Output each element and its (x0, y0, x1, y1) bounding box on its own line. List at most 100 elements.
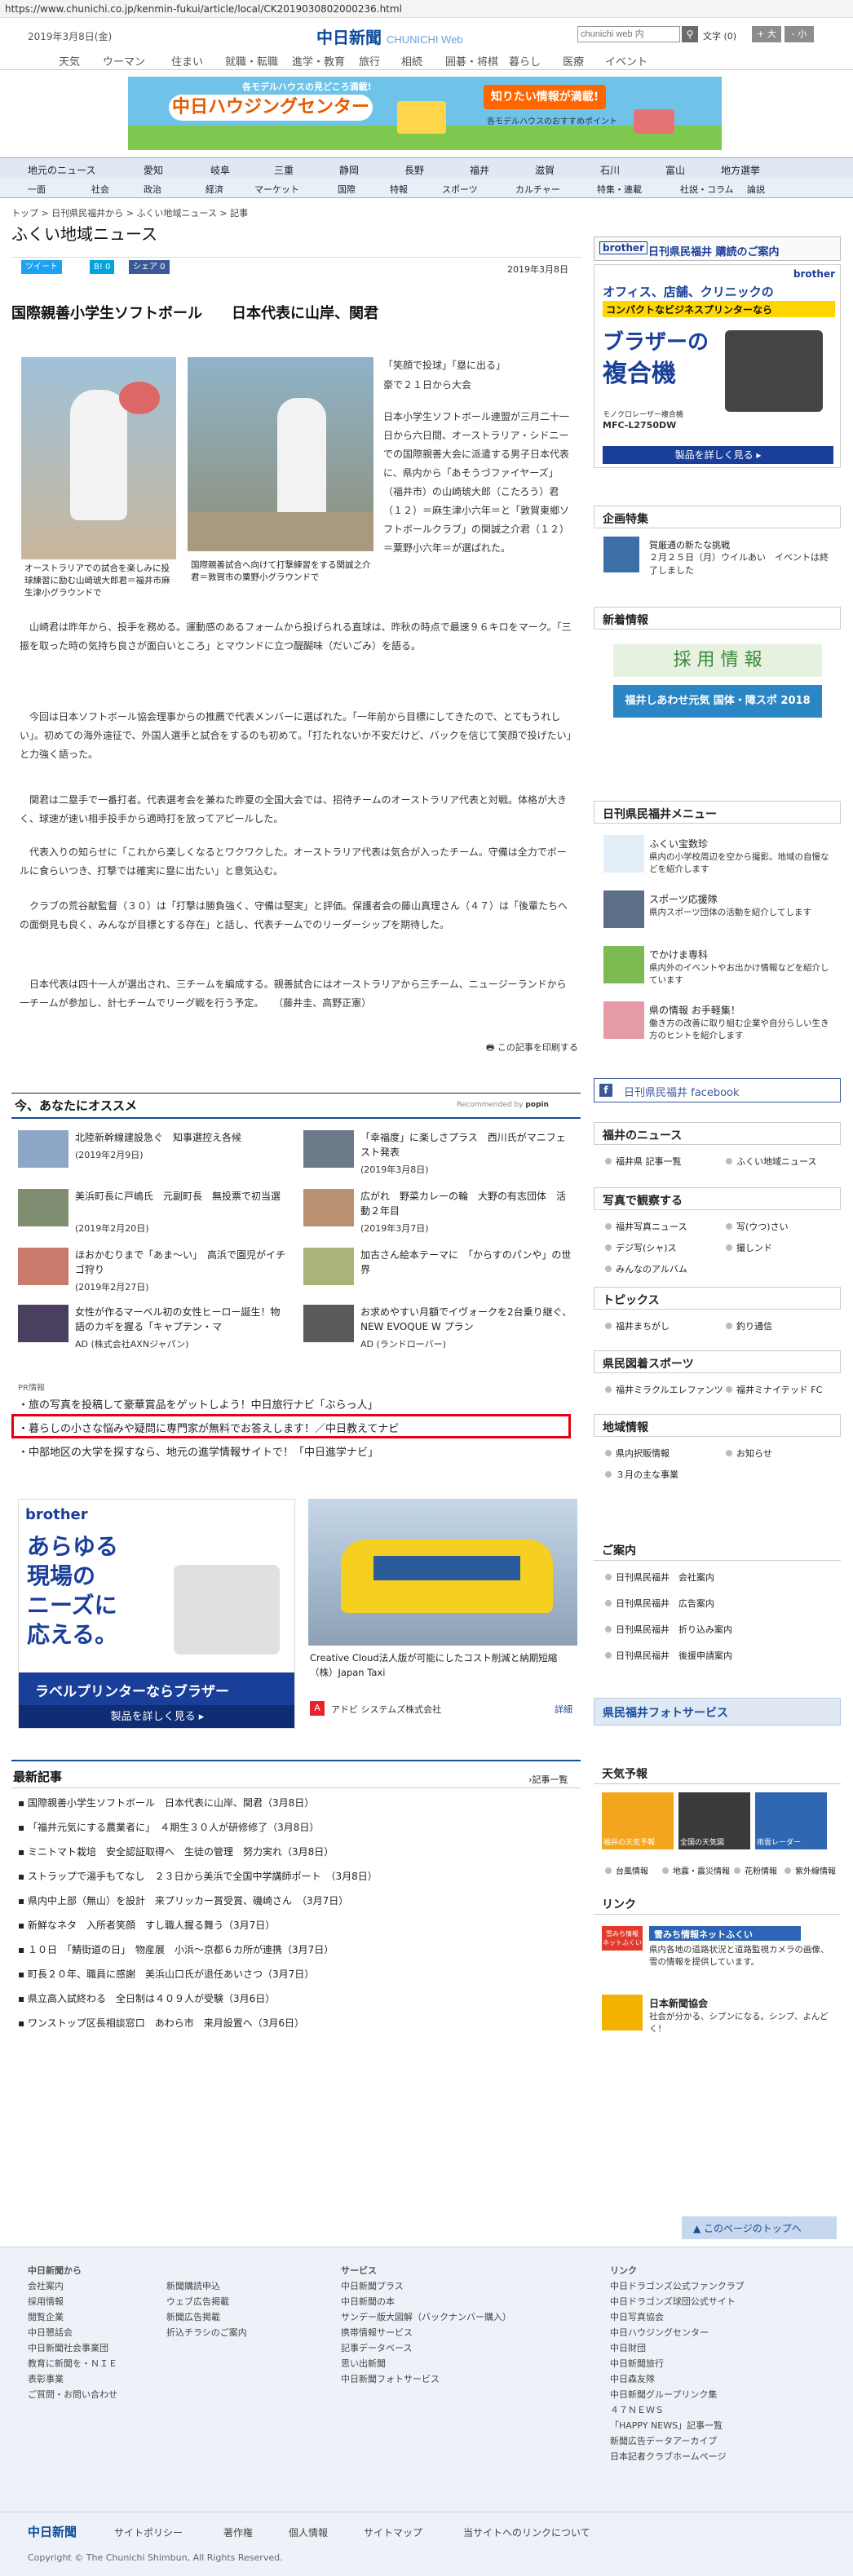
gnav-item[interactable]: 就職・転職 (225, 53, 278, 68)
adobe-ad-text[interactable]: Creative Cloud法人版が可能にしたコスト削減と納期短縮（株）Japa… (310, 1650, 576, 1680)
recommend-item[interactable]: 広がれ 野菜カレーの輪 大野の有志団体 活動２年目 (2019年3月7日) (303, 1189, 572, 1234)
footer-link[interactable]: 中日新聞旅行 (610, 2356, 838, 2371)
side-link[interactable]: 地震・震災情報 (662, 1864, 730, 1876)
address-bar[interactable]: https://www.chunichi.co.jp/kenmin-fukui/… (0, 0, 853, 18)
side-link[interactable]: ふくい地域ニュース (726, 1155, 816, 1168)
side-link[interactable]: 福井県 記事一覧 (605, 1155, 682, 1168)
facebook-link[interactable]: f 日刊県民福井 facebook (594, 1078, 841, 1102)
font-large-button[interactable]: + 大 (752, 26, 781, 42)
menu-thumb[interactable] (603, 835, 644, 873)
footer-link[interactable]: 携帯情報サービス (341, 2325, 586, 2340)
facebook-share-button[interactable]: シェア 0 (129, 260, 170, 274)
footer-link[interactable]: 中日新聞の本 (341, 2294, 586, 2309)
weather-tile[interactable]: 全国の天気図 (678, 1792, 750, 1849)
footer-bar-link[interactable]: サイトポリシー (114, 2525, 183, 2539)
footer-link[interactable]: 新聞広告データアーカイブ (610, 2433, 838, 2449)
gnav-item[interactable]: イベント (605, 53, 647, 68)
recommend-item[interactable]: 北陸新幹線建設急ぐ 知事選控え各候 (2019年2月9日) (18, 1130, 287, 1171)
subnav-item[interactable]: スポーツ (442, 183, 478, 196)
subnav-item[interactable]: 社会 (91, 183, 109, 196)
brother-label-ad[interactable]: brother あらゆる 現場の ニーズに 応える。 ラベルプリンターならブラザー 製… (18, 1499, 295, 1729)
recruit-banner[interactable]: 採 用 情 報 (613, 644, 822, 677)
side-link[interactable]: 釣り通信 (726, 1319, 772, 1332)
subnav-item[interactable]: 経済 (206, 183, 223, 196)
subnav-item[interactable]: 福井 (470, 163, 489, 177)
tweet-button[interactable]: ツイート (21, 260, 62, 274)
side-link[interactable]: 県内択販情報 (605, 1447, 670, 1460)
footer-link[interactable]: 中日新聞社会事業団 (28, 2340, 158, 2356)
pr-item-highlight[interactable]: ・暮らしの小さな悩みや疑問に専門家が無料でお答えします！／中日教えてナビ (18, 1420, 399, 1435)
gnav-item[interactable]: 暮らし (509, 53, 541, 68)
side-link[interactable]: 台風情報 (605, 1864, 648, 1876)
search-icon[interactable]: ⚲ (682, 26, 698, 42)
footer-link[interactable]: 中日新聞グループリンク集 (610, 2387, 838, 2402)
subnav-item[interactable]: 富山 (665, 163, 685, 177)
subnav-item[interactable]: 一面 (28, 183, 46, 196)
brother-mfc-ad[interactable]: brother オフィス、店舗、クリニックの コンパクトなビジネスプリンターなら… (594, 264, 841, 468)
gnav-item[interactable]: 囲碁・将棋 (445, 53, 498, 68)
gnav-item[interactable]: 住まい (171, 53, 203, 68)
housing-ad-banner[interactable]: 各モデルハウスの見どころ満載! 中日ハウジングセンター 知りたい情報が満載! 各… (128, 77, 722, 150)
footer-bar-link[interactable]: サイトマップ (364, 2525, 422, 2539)
search-input[interactable] (577, 26, 680, 42)
recommend-item[interactable]: 美浜町長に戸嶋氏 元副町長 無投票で初当選 (2019年2月20日) (18, 1189, 287, 1234)
footer-link[interactable]: 中日新聞フォトサービス (341, 2371, 586, 2387)
footer-link[interactable]: 中日財団 (610, 2340, 838, 2356)
nsk-logo[interactable] (602, 1995, 643, 2030)
side-link[interactable]: 花粉情報 (734, 1864, 777, 1876)
side-link[interactable]: 福井ミラクルエレファンツ (605, 1383, 723, 1396)
recommend-item[interactable]: 加古さん絵本テーマに 「からすのパンや」の世界 (303, 1248, 572, 1288)
side-link[interactable]: 日刊県民福井 広告案内 (605, 1597, 714, 1610)
footer-logo[interactable]: 中日新聞 (28, 2523, 77, 2540)
side-link[interactable]: 写(ウつ)さい (726, 1220, 789, 1233)
subnav-item[interactable]: 論説 (747, 183, 765, 196)
yukimichi-link[interactable]: 雪みち情報ネットふくい (649, 1926, 801, 1941)
kikaku-item-title[interactable]: 賀厳通の新たな挑戦 (649, 538, 730, 551)
side-link[interactable]: 紫外線情報 (784, 1864, 836, 1876)
recommend-item[interactable]: 「幸福度」に楽しさプラス 西川氏がマニフェスト発表 (2019年3月8日) (303, 1130, 572, 1175)
subnav-item[interactable]: カルチャー (515, 183, 560, 196)
print-link[interactable]: 🖶 この記事を印刷する (486, 1041, 578, 1056)
footer-bar-link[interactable]: 当サイトへのリンクについて (463, 2525, 590, 2539)
breadcrumb[interactable]: トップ > 日刊県民福井から > ふくい地域ニュース > 記事 (11, 206, 248, 219)
side-link[interactable]: 福井まちがし (605, 1319, 670, 1332)
latest-item[interactable]: ▪ ワンストップ区長相談窓口 あわら市 来月設置へ（3月6日） (18, 2016, 304, 2030)
latest-item[interactable]: ▪ ミニトマト栽培 安全認証取得へ 生徒の管理 努力実れ（3月8日） (18, 1845, 334, 1858)
recommend-item[interactable]: 女性が作るマーベル初の女性ヒーロー誕生！物語のカギを握る「キャプテン・マ AD (… (18, 1305, 287, 1350)
latest-item[interactable]: ▪ 県立高入試終わる 全日制は４０９人が受験（3月6日） (18, 1991, 275, 2005)
footer-link[interactable]: 中日森友隊 (610, 2371, 838, 2387)
footer-link[interactable]: 表彰事業 (28, 2371, 158, 2387)
footer-link[interactable]: 中日懇話会 (28, 2325, 158, 2340)
subnav-item[interactable]: 愛知 (144, 163, 163, 177)
subnav-item[interactable]: 滋賀 (535, 163, 555, 177)
footer-link[interactable]: 新聞広告掲載 (166, 2309, 297, 2325)
gnav-item[interactable]: 旅行 (359, 53, 380, 68)
latest-item[interactable]: ▪ 町長２０年、職員に感謝 美浜山口氏が退任あいさつ（3月7日） (18, 1967, 314, 1981)
latest-item[interactable]: ▪ 県内中上部（無山）を設計 来プリッカー賞受賞、磯崎さん （3月7日） (18, 1893, 348, 1907)
side-link[interactable]: みんなのアルバム (605, 1262, 687, 1275)
latest-item[interactable]: ▪ 「福井元気にする農業者に」 ４期生３０人が研修修了（3月8日） (18, 1820, 319, 1834)
kokutai-banner[interactable]: 福井しあわせ元気 国体・障スポ 2018 (613, 685, 822, 718)
footer-link[interactable]: 中日ドラゴンズ球団公式サイト (610, 2294, 838, 2309)
side-link[interactable]: ３月の主な事業 (605, 1468, 678, 1481)
side-link[interactable]: 撮しンド (726, 1241, 772, 1254)
latest-item[interactable]: ▪ １０日 「鯖街道の日」 物産展 小浜〜京都６カ所が連携（3月7日） (18, 1942, 334, 1956)
footer-link[interactable]: サンデー版大図解（バックナンバー購入） (341, 2309, 586, 2325)
gnav-item[interactable]: 相続 (401, 53, 422, 68)
subnav-item[interactable]: 石川 (600, 163, 620, 177)
side-link[interactable]: 福井写真ニュース (605, 1220, 687, 1233)
weather-tile[interactable]: 雨雲レーダー (755, 1792, 827, 1849)
site-logo[interactable]: 中日新聞 CHUNICHI Web (316, 24, 463, 48)
footer-bar-link[interactable]: 著作権 (223, 2525, 253, 2539)
menu-item-title[interactable]: スポーツ応援隊 (649, 892, 718, 906)
adobe-more-link[interactable]: 詳細 (555, 1703, 572, 1716)
menu-item-title[interactable]: ふくい宝数珍 (649, 837, 708, 851)
footer-link[interactable]: 中日ドラゴンズ公式ファンクラブ (610, 2278, 838, 2294)
subnav-item[interactable]: マーケット (254, 183, 299, 196)
subnav-item[interactable]: 地方選挙 (721, 163, 760, 177)
footer-link[interactable]: 「HAPPY NEWS」記事一覧 (610, 2418, 838, 2433)
gnav-item[interactable]: 進学・教育 (292, 53, 345, 68)
font-small-button[interactable]: - 小 (784, 26, 814, 42)
side-link[interactable]: 福井ミナイテッド FC (726, 1383, 822, 1396)
side-link[interactable]: 日刊県民福井 会社案内 (605, 1571, 714, 1584)
